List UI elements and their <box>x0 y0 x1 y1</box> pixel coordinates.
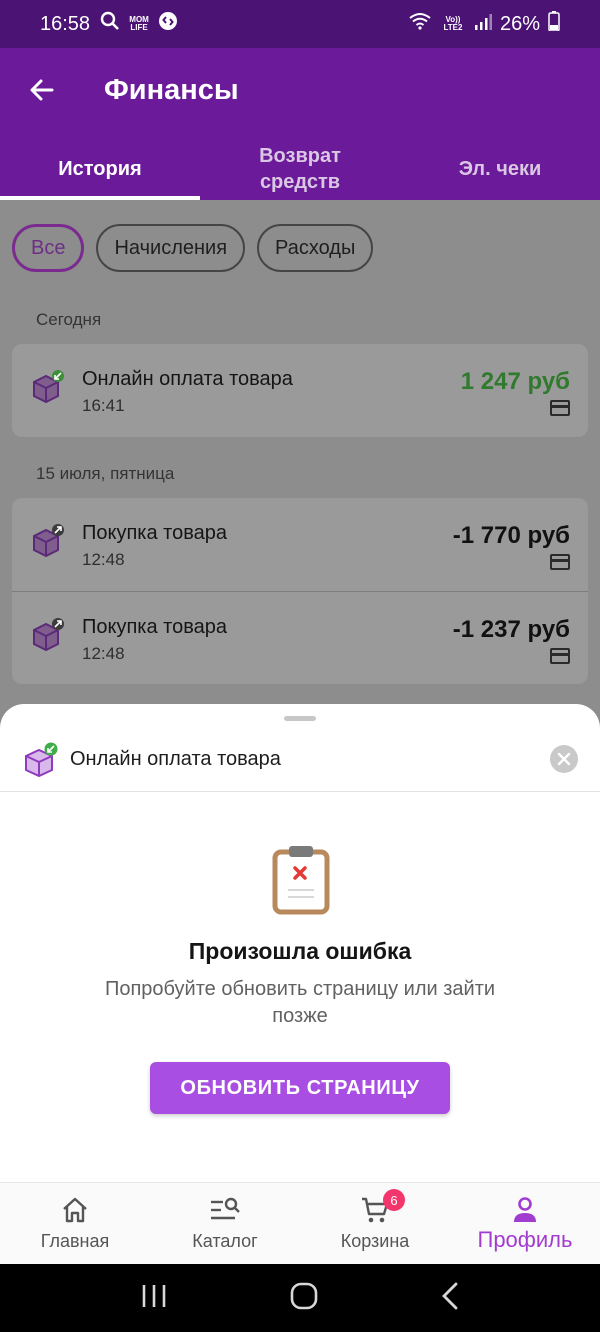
nav-home[interactable]: Главная <box>0 1183 150 1265</box>
clipboard-error-icon <box>272 846 330 915</box>
nav-profile[interactable]: Профиль <box>450 1183 600 1265</box>
package-income-icon <box>25 742 58 778</box>
bank-card-icon <box>550 554 570 570</box>
transaction-name: Покупка товара <box>82 522 227 544</box>
filter-all[interactable]: Все <box>12 224 85 272</box>
catalog-search-icon <box>209 1195 241 1225</box>
arrow-left-icon <box>30 79 54 101</box>
home-button-icon[interactable] <box>289 1281 319 1316</box>
back-nav-icon[interactable] <box>440 1282 460 1315</box>
status-bar: 16:58 MOM LIFE Vo)) LTE2 26% <box>0 0 600 48</box>
filter-chips: Все Начисления Расходы <box>12 224 374 272</box>
bottom-navigation: Главная Каталог 6 Корзина Профиль <box>0 1182 600 1264</box>
app-bar: Финансы История Возврат средств Эл. чеки <box>0 48 600 200</box>
sheet-header: Онлайн оплата товара <box>0 732 600 792</box>
status-time: 16:58 <box>40 12 91 35</box>
battery-icon <box>548 11 560 37</box>
tab-receipts[interactable]: Эл. чеки <box>400 138 600 200</box>
volte-icon: Vo)) LTE2 <box>443 15 463 32</box>
transaction-amount: -1 770 руб <box>452 522 570 549</box>
mom-life-icon: MOM LIFE <box>129 15 149 32</box>
cart-count-badge: 6 <box>383 1189 405 1211</box>
transaction-card: Покупка товара 12:48 -1 770 руб Покупка … <box>12 498 588 684</box>
error-message: Попробуйте обновить страницу или зайти п… <box>104 978 496 1027</box>
sheet-drag-handle[interactable] <box>284 716 316 721</box>
transaction-amount: -1 237 руб <box>452 616 570 643</box>
transaction-card: Онлайн оплата товара 16:41 1 247 руб <box>12 344 588 437</box>
transaction-row[interactable]: Покупка товара 12:48 -1 770 руб <box>12 498 588 591</box>
profile-icon <box>509 1195 541 1225</box>
nav-catalog[interactable]: Каталог <box>150 1183 300 1265</box>
search-icon <box>100 11 120 37</box>
package-expense-icon <box>33 618 64 652</box>
transaction-time: 16:41 <box>82 396 125 415</box>
package-income-icon <box>33 370 64 404</box>
nav-cart[interactable]: 6 Корзина <box>300 1183 450 1265</box>
battery-percent: 26% <box>499 12 540 35</box>
nav-label: Корзина <box>340 1231 410 1251</box>
refresh-page-button[interactable]: ОБНОВИТЬ СТРАНИЦУ <box>150 1062 450 1114</box>
transaction-row[interactable]: Покупка товара 12:48 -1 237 руб <box>12 591 588 684</box>
tab-history[interactable]: История <box>0 138 200 200</box>
error-bottom-sheet: Онлайн оплата товара Произошла ошибка По… <box>0 704 600 1182</box>
transaction-time: 12:48 <box>82 644 125 663</box>
back-button[interactable] <box>24 72 60 108</box>
transaction-name: Покупка товара <box>82 616 227 638</box>
shazam-icon <box>158 11 178 37</box>
bank-card-icon <box>550 648 570 664</box>
transaction-time: 12:48 <box>82 550 125 569</box>
transaction-name: Онлайн оплата товара <box>82 368 293 390</box>
transaction-row[interactable]: Онлайн оплата товара 16:41 1 247 руб <box>12 344 588 437</box>
filter-expenses[interactable]: Расходы <box>257 224 374 272</box>
filter-income[interactable]: Начисления <box>96 224 246 272</box>
signal-icon <box>474 13 492 36</box>
transactions-content: Все Начисления Расходы Сегодня Онлайн оп… <box>0 200 600 720</box>
sheet-title: Онлайн оплата товара <box>70 748 281 770</box>
bank-card-icon <box>550 400 570 416</box>
date-header: Сегодня <box>36 310 102 329</box>
cart-icon: 6 <box>359 1189 405 1225</box>
date-header: 15 июля, пятница <box>36 464 175 483</box>
tab-bar: История Возврат средств Эл. чеки <box>0 138 600 200</box>
nav-label: Каталог <box>192 1231 258 1251</box>
tab-refunds[interactable]: Возврат средств <box>200 138 400 200</box>
home-icon <box>59 1195 91 1225</box>
recent-apps-icon[interactable] <box>140 1283 168 1314</box>
nav-label: Профиль <box>477 1227 573 1252</box>
package-expense-icon <box>33 524 64 558</box>
transaction-amount: 1 247 руб <box>460 368 570 395</box>
page-title: Финансы <box>104 74 239 106</box>
wifi-icon <box>408 12 432 36</box>
system-nav-bar <box>0 1264 600 1332</box>
error-title: Произошла ошибка <box>188 938 412 964</box>
close-button[interactable] <box>550 745 578 773</box>
close-icon <box>557 752 571 766</box>
nav-label: Главная <box>40 1231 110 1251</box>
